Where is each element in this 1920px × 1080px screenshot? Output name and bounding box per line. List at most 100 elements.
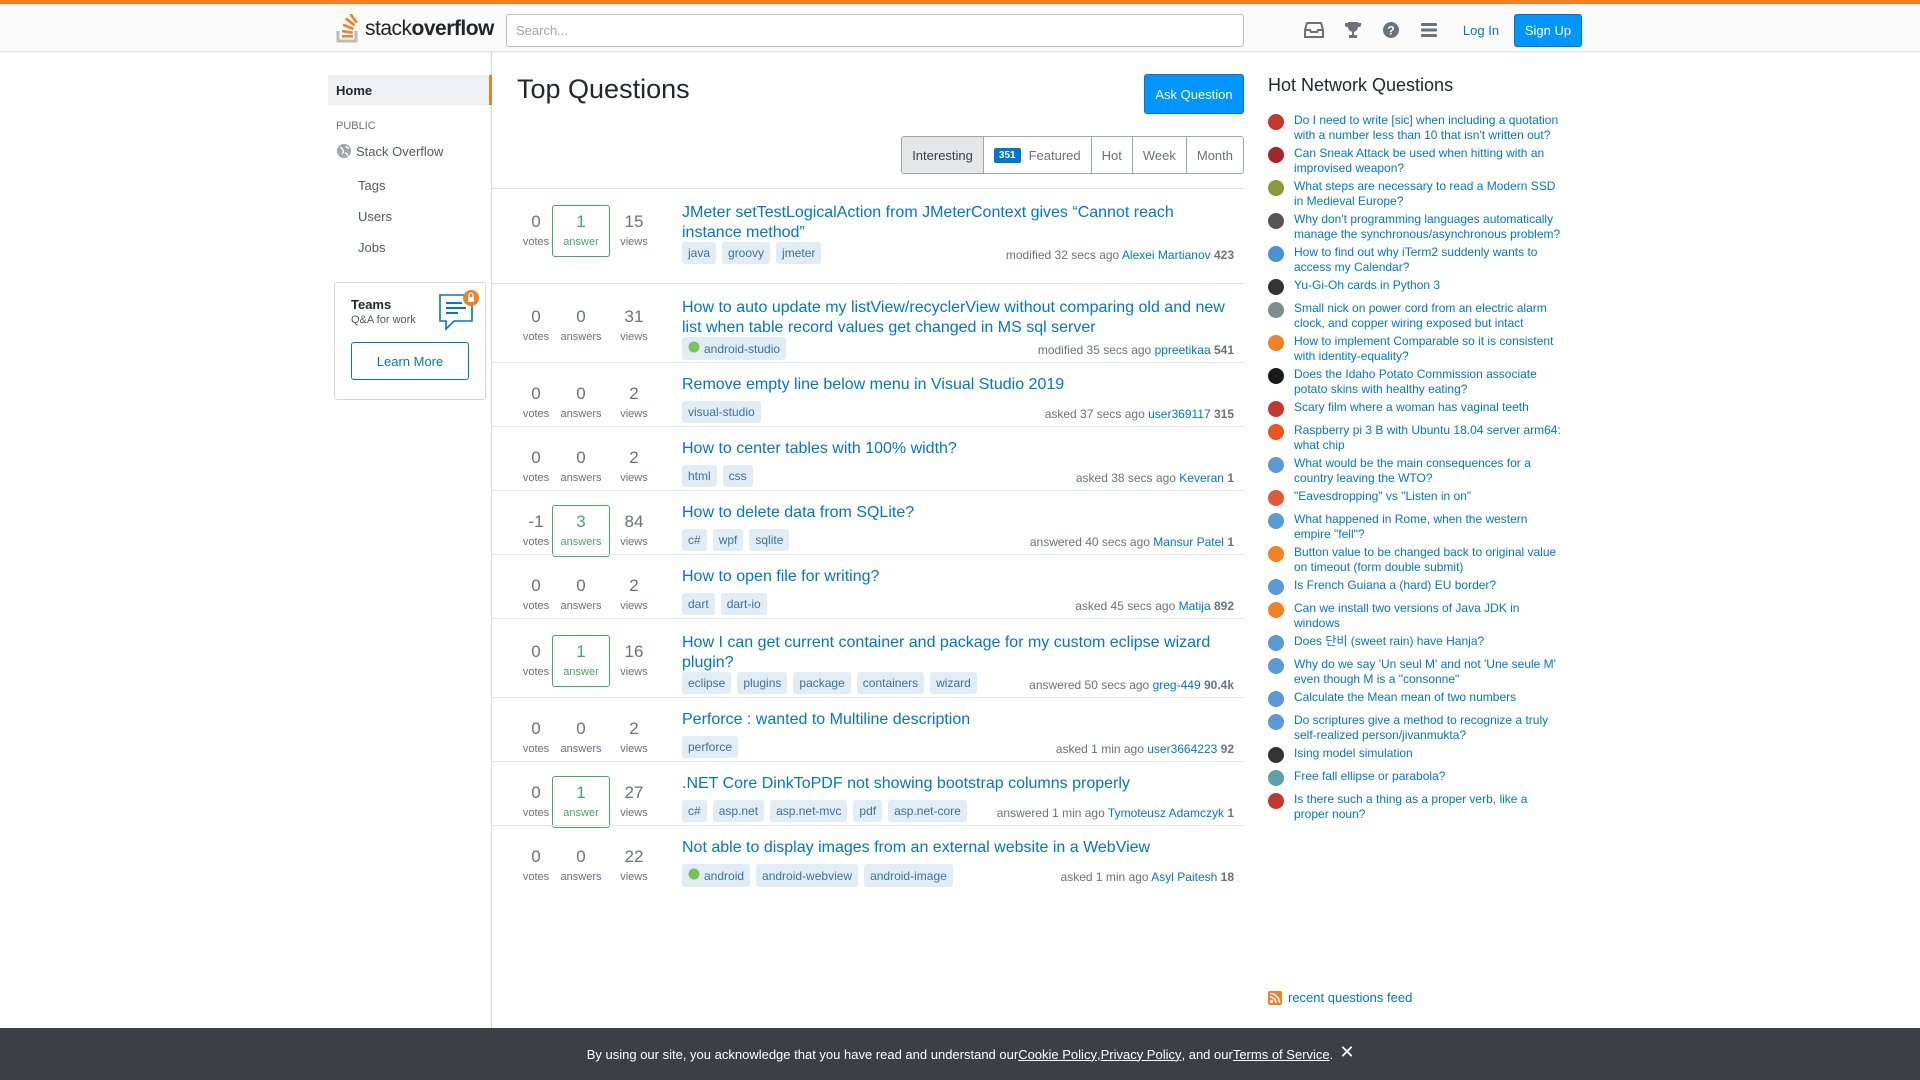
tag-android-webview[interactable]: android-webview <box>756 864 859 887</box>
tag-asp-net-mvc[interactable]: asp.net-mvc <box>770 800 848 822</box>
ask-question-button[interactable]: Ask Question <box>1144 74 1244 114</box>
user-link[interactable]: Keveran <box>1179 471 1224 485</box>
hnq-item[interactable]: "Eavesdropping" vs "Listen in on" <box>1268 489 1568 506</box>
user-link[interactable]: ppreetikaa <box>1155 343 1211 357</box>
hnq-link[interactable]: Free fall ellipse or parabola? <box>1294 769 1564 786</box>
hnq-item[interactable]: Does the Idaho Potato Commission associa… <box>1268 367 1568 397</box>
site-switcher-icon[interactable] <box>1416 17 1442 43</box>
achievements-icon[interactable] <box>1340 17 1366 43</box>
hnq-item[interactable]: What happened in Rome, when the western … <box>1268 512 1568 542</box>
hnq-link[interactable]: How to implement Comparable so it is con… <box>1294 334 1564 364</box>
question-title-link[interactable]: How I can get current container and pack… <box>682 633 1227 673</box>
tag-java[interactable]: java <box>682 242 717 264</box>
hnq-link[interactable]: How to find out why iTerm2 suddenly want… <box>1294 245 1564 275</box>
tag-wpf[interactable]: wpf <box>712 529 744 551</box>
hnq-item[interactable]: Do scriptures give a method to recognize… <box>1268 713 1568 743</box>
tag-sqlite[interactable]: sqlite <box>749 529 790 551</box>
hnq-link[interactable]: Scary film where a woman has vaginal tee… <box>1294 400 1564 417</box>
tag-jmeter[interactable]: jmeter <box>776 242 822 264</box>
tag-package[interactable]: package <box>793 672 851 694</box>
question-title-link[interactable]: How to delete data from SQLite? <box>682 503 1227 523</box>
signup-button[interactable]: Sign Up <box>1514 14 1582 47</box>
search-input[interactable] <box>506 14 1244 47</box>
nav-users[interactable]: Users <box>358 209 392 224</box>
terms-of-service-link[interactable]: Terms of Service <box>1233 1047 1330 1062</box>
hnq-item[interactable]: Is there such a thing as a proper verb, … <box>1268 792 1568 822</box>
hnq-link[interactable]: Does 단비 (sweet rain) have Hanja? <box>1294 634 1564 651</box>
stackoverflow-logo[interactable]: stackoverflow <box>336 12 494 46</box>
hnq-link[interactable]: What happened in Rome, when the western … <box>1294 512 1564 542</box>
hnq-link[interactable]: Do I need to write [sic] when including … <box>1294 113 1564 143</box>
cookie-policy-link[interactable]: Cookie Policy <box>1018 1047 1097 1062</box>
tag-eclipse[interactable]: eclipse <box>682 672 732 694</box>
tab-hot[interactable]: Hot <box>1091 137 1133 173</box>
user-link[interactable]: user369117 <box>1148 407 1211 421</box>
user-link[interactable]: user3664223 <box>1147 742 1217 756</box>
hnq-item[interactable]: Yu-Gi-Oh cards in Python 3 <box>1268 278 1568 295</box>
hnq-link[interactable]: Does the Idaho Potato Commission associa… <box>1294 367 1564 397</box>
hnq-link[interactable]: Do scriptures give a method to recognize… <box>1294 713 1564 743</box>
user-link[interactable]: Tymoteusz Adamczyk <box>1108 806 1224 820</box>
hnq-item[interactable]: Free fall ellipse or parabola? <box>1268 769 1568 786</box>
tab-featured[interactable]: 351 Featured <box>983 137 1092 173</box>
tag-groovy[interactable]: groovy <box>722 242 771 264</box>
tab-week[interactable]: Week <box>1132 137 1187 173</box>
hnq-item[interactable]: Can Sneak Attack be used when hitting wi… <box>1268 146 1568 176</box>
hnq-link[interactable]: Why don't programming languages automati… <box>1294 212 1564 242</box>
tag-css[interactable]: css <box>722 465 753 487</box>
question-title-link[interactable]: Perforce : wanted to Multiline descripti… <box>682 710 1227 730</box>
hnq-item[interactable]: Can we install two versions of Java JDK … <box>1268 601 1568 631</box>
tag-pdf[interactable]: pdf <box>853 800 883 822</box>
hnq-item[interactable]: How to find out why iTerm2 suddenly want… <box>1268 245 1568 275</box>
hnq-item[interactable]: What would be the main consequences for … <box>1268 456 1568 486</box>
tab-month[interactable]: Month <box>1186 137 1243 173</box>
hnq-link[interactable]: "Eavesdropping" vs "Listen in on" <box>1294 489 1564 506</box>
tag-wizard[interactable]: wizard <box>930 672 977 694</box>
hnq-link[interactable]: Calculate the Mean mean of two numbers <box>1294 690 1564 707</box>
nav-home[interactable]: Home <box>328 75 492 105</box>
tag-c-[interactable]: c# <box>682 529 707 551</box>
tag-perforce[interactable]: perforce <box>682 736 739 758</box>
question-title-link[interactable]: How to auto update my listView/recyclerV… <box>682 298 1227 338</box>
learn-more-button[interactable]: Learn More <box>351 342 469 380</box>
hnq-link[interactable]: Ising model simulation <box>1294 746 1564 763</box>
tag-dart[interactable]: dart <box>682 593 715 615</box>
nav-tags[interactable]: Tags <box>358 178 385 193</box>
hnq-link[interactable]: Is French Guiana a (hard) EU border? <box>1294 578 1564 595</box>
hnq-item[interactable]: Raspberry pi 3 B with Ubuntu 18.04 serve… <box>1268 423 1568 453</box>
hnq-link[interactable]: Button value to be changed back to origi… <box>1294 545 1564 575</box>
hnq-item[interactable]: Why don't programming languages automati… <box>1268 212 1568 242</box>
question-title-link[interactable]: Not able to display images from an exter… <box>682 838 1227 858</box>
nav-jobs[interactable]: Jobs <box>358 240 385 255</box>
hnq-item[interactable]: Why do we say 'Un seul M' and not 'Une s… <box>1268 657 1568 687</box>
hnq-item[interactable]: Scary film where a woman has vaginal tee… <box>1268 400 1568 417</box>
tag-android-image[interactable]: android-image <box>864 864 953 887</box>
question-title-link[interactable]: Remove empty line below menu in Visual S… <box>682 375 1227 395</box>
nav-stackoverflow[interactable]: Stack Overflow <box>336 143 443 159</box>
user-link[interactable]: Asyl Paitesh <box>1151 870 1217 884</box>
tag-visual-studio[interactable]: visual-studio <box>682 401 761 423</box>
tab-interesting[interactable]: Interesting <box>902 137 984 173</box>
help-icon[interactable]: ? <box>1378 17 1404 43</box>
close-icon[interactable]: ✕ <box>1337 1042 1357 1062</box>
hnq-item[interactable]: Does 단비 (sweet rain) have Hanja? <box>1268 634 1568 651</box>
tag-android[interactable]: android <box>682 864 751 887</box>
hnq-item[interactable]: Small nick on power cord from an electri… <box>1268 301 1568 331</box>
hnq-link[interactable]: Can we install two versions of Java JDK … <box>1294 601 1564 631</box>
hnq-item[interactable]: How to implement Comparable so it is con… <box>1268 334 1568 364</box>
hnq-link[interactable]: What steps are necessary to read a Moder… <box>1294 179 1564 209</box>
hnq-link[interactable]: Raspberry pi 3 B with Ubuntu 18.04 serve… <box>1294 423 1564 453</box>
hnq-item[interactable]: Ising model simulation <box>1268 746 1568 763</box>
question-title-link[interactable]: JMeter setTestLogicalAction from JMeterC… <box>682 203 1227 243</box>
hnq-link[interactable]: Yu-Gi-Oh cards in Python 3 <box>1294 278 1564 295</box>
tag-containers[interactable]: containers <box>856 672 925 694</box>
hnq-link[interactable]: Is there such a thing as a proper verb, … <box>1294 792 1564 822</box>
tag-html[interactable]: html <box>682 465 717 487</box>
hnq-item[interactable]: Button value to be changed back to origi… <box>1268 545 1568 575</box>
user-link[interactable]: Mansur Patel <box>1153 535 1224 549</box>
hnq-link[interactable]: Why do we say 'Un seul M' and not 'Une s… <box>1294 657 1564 687</box>
hnq-item[interactable]: Calculate the Mean mean of two numbers <box>1268 690 1568 707</box>
privacy-policy-link[interactable]: Privacy Policy <box>1101 1047 1182 1062</box>
hnq-link[interactable]: What would be the main consequences for … <box>1294 456 1564 486</box>
hnq-item[interactable]: What steps are necessary to read a Moder… <box>1268 179 1568 209</box>
